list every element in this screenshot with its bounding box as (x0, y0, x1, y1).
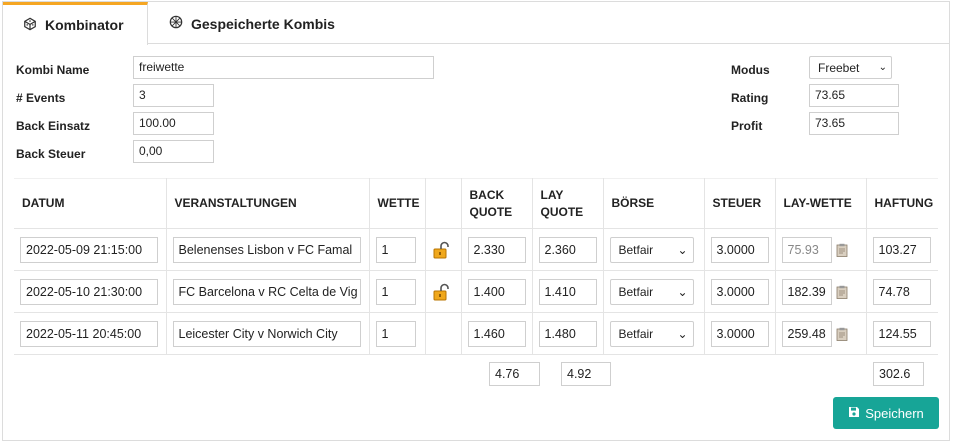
total-lay-quote: 4.92 (561, 362, 611, 386)
wette-input[interactable]: 1 (375, 320, 416, 347)
boerse-value: Betfair (618, 242, 654, 257)
boerse-value: Betfair (618, 284, 654, 299)
lay-quote-input[interactable]: 1.480 (538, 320, 597, 347)
lay-quote-input[interactable]: 1.410 (538, 278, 597, 305)
col-header-datum: DATUM (14, 178, 166, 229)
col-header-lock (424, 178, 461, 229)
tab-kombinator[interactable]: Kombinator (3, 2, 148, 45)
col-header-lay-quote-line2: QUOTE (540, 204, 584, 219)
tab-label: Kombinator (45, 17, 124, 33)
back-steuer-label: Back Steuer (16, 147, 86, 161)
save-button-label: Speichern (865, 405, 924, 421)
tab-bar: Kombinator Gespeicherte Kombis (3, 2, 949, 45)
save-button[interactable]: Speichern (833, 397, 939, 429)
profit-input[interactable]: 73.65 (809, 112, 899, 135)
unlock-icon[interactable] (432, 283, 455, 301)
modus-label: Modus (731, 63, 770, 77)
col-header-veranstaltungen: VERANSTALTUNGEN (165, 178, 369, 229)
events-input[interactable]: 3 (133, 84, 214, 107)
haftung-input[interactable]: 103.27 (872, 236, 931, 263)
col-header-haftung: HAFTUNG (865, 178, 938, 229)
profit-label: Profit (731, 119, 763, 133)
table-row: 2022-05-10 21:30:00 FC Barcelona v RC Ce… (14, 270, 938, 313)
kombi-name-input[interactable]: freiwette (133, 56, 434, 79)
chevron-down-icon: ⌄ (677, 242, 688, 257)
datum-input[interactable]: 2022-05-10 21:30:00 (20, 278, 158, 305)
table-header-row: DATUM VERANSTALTUNGEN WETTE BACK QUOTE LA… (14, 178, 938, 229)
clipboard-icon[interactable] (836, 327, 848, 341)
events-table: DATUM VERANSTALTUNGEN WETTE BACK QUOTE LA… (14, 178, 938, 355)
kombi-name-label: Kombi Name (16, 63, 90, 77)
event-input[interactable]: FC Barcelona v RC Celta de Vig (172, 278, 361, 305)
datum-input[interactable]: 2022-05-11 20:45:00 (20, 320, 158, 347)
unlock-icon[interactable] (432, 241, 455, 259)
lay-wette-input[interactable]: 75.93 (781, 236, 832, 263)
col-header-back-quote-line1: BACK (469, 187, 505, 202)
table-row: 2022-05-09 21:15:00 Belenenses Lisbon v … (14, 228, 938, 271)
boerse-select[interactable]: Betfair ⌄ (609, 236, 694, 263)
col-header-lay-wette: LAY-WETTE (774, 178, 866, 229)
boerse-select[interactable]: Betfair ⌄ (609, 278, 694, 305)
back-einsatz-label: Back Einsatz (16, 119, 91, 133)
lay-quote-input[interactable]: 2.360 (538, 236, 597, 263)
col-header-lay-quote-line1: LAY (540, 187, 564, 202)
dice-icon (23, 17, 37, 34)
col-header-back-quote: BACK QUOTE (460, 178, 532, 229)
haftung-input[interactable]: 74.78 (872, 278, 931, 305)
lay-wette-input[interactable]: 182.39 (781, 278, 832, 305)
back-quote-input[interactable]: 2.330 (467, 236, 526, 263)
back-quote-input[interactable]: 1.400 (467, 278, 526, 305)
clipboard-icon[interactable] (836, 285, 848, 299)
datum-input[interactable]: 2022-05-09 21:15:00 (20, 236, 158, 263)
col-header-boerse: BÖRSE (602, 178, 704, 229)
clipboard-icon[interactable] (836, 243, 848, 257)
event-input[interactable]: Belenenses Lisbon v FC Famal (172, 236, 361, 263)
haftung-input[interactable]: 124.55 (872, 320, 931, 347)
lock-cell-empty (424, 312, 461, 355)
lay-wette-input[interactable]: 259.48 (781, 320, 832, 347)
col-header-lay-quote: LAY QUOTE (531, 178, 603, 229)
wette-input[interactable]: 1 (375, 236, 416, 263)
col-header-back-quote-line2: QUOTE (469, 204, 513, 219)
events-label: # Events (16, 91, 66, 105)
steuer-input[interactable]: 3.0000 (710, 236, 769, 263)
total-haftung: 302.6 (873, 362, 924, 386)
table-row: 2022-05-11 20:45:00 Leicester City v Nor… (14, 312, 938, 355)
dice-icon (169, 15, 183, 32)
col-header-wette: WETTE (368, 178, 425, 229)
back-quote-input[interactable]: 1.460 (467, 320, 526, 347)
chevron-down-icon: ⌄ (677, 284, 688, 299)
tab-gespeicherte-kombis[interactable]: Gespeicherte Kombis (169, 2, 335, 45)
back-steuer-input[interactable]: 0,00 (133, 140, 214, 163)
floppy-disk-icon (848, 406, 860, 421)
boerse-value: Betfair (618, 326, 654, 341)
total-back-quote: 4.76 (489, 362, 540, 386)
event-input[interactable]: Leicester City v Norwich City (172, 320, 361, 347)
modus-value: Freebet (818, 60, 860, 75)
chevron-down-icon: ⌄ (878, 62, 887, 73)
back-einsatz-input[interactable]: 100.00 (133, 112, 214, 135)
modus-select[interactable]: Freebet ⌄ (809, 56, 892, 79)
boerse-select[interactable]: Betfair ⌄ (609, 320, 694, 347)
col-header-steuer: STEUER (703, 178, 775, 229)
chevron-down-icon: ⌄ (677, 326, 688, 341)
rating-label: Rating (731, 91, 769, 105)
rating-input[interactable]: 73.65 (809, 84, 899, 107)
steuer-input[interactable]: 3.0000 (710, 278, 769, 305)
tab-label: Gespeicherte Kombis (191, 15, 335, 32)
steuer-input[interactable]: 3.0000 (710, 320, 769, 347)
wette-input[interactable]: 1 (375, 278, 416, 305)
